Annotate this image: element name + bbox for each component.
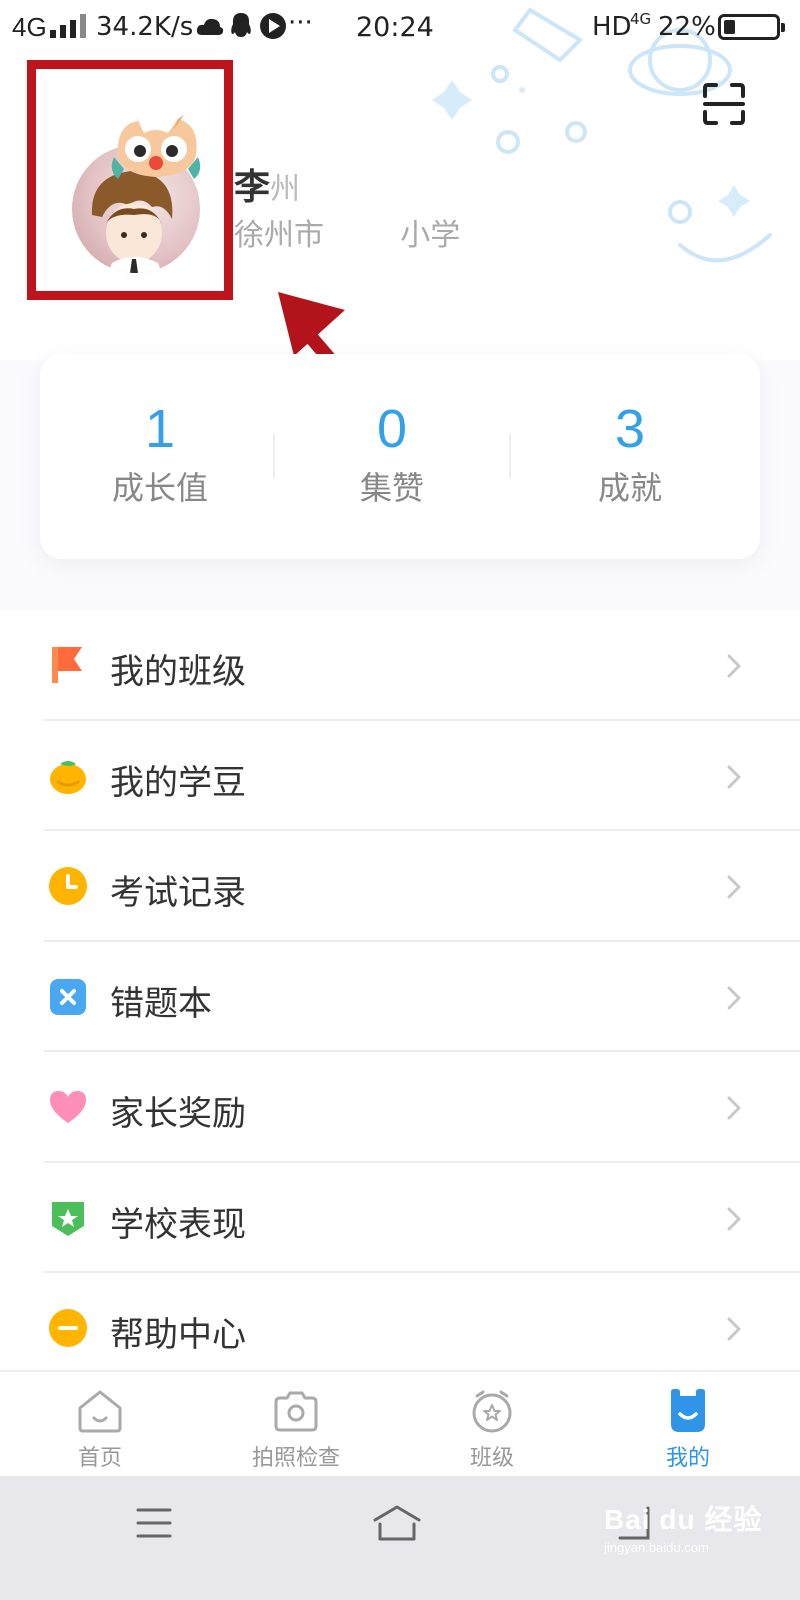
- me-icon: [671, 1389, 705, 1432]
- annotation-highlight-box: [27, 60, 233, 300]
- clock: 20:24: [356, 12, 434, 43]
- tab-class[interactable]: 班级: [392, 1386, 592, 1472]
- chevron-right-icon: [727, 654, 741, 678]
- bottom-tab-bar: 首页 拍照检查 班级 我的: [0, 1370, 800, 1476]
- baidu-watermark: Bai du 经验 jingyan.baidu.com: [604, 1498, 764, 1558]
- menu-item-my-beans[interactable]: 我的学豆: [0, 721, 800, 831]
- class-clock-icon: [472, 1390, 512, 1433]
- menu-item-label: 我的班级: [110, 652, 246, 692]
- battery-percent: 22%: [658, 12, 716, 42]
- stat-achievements-value: 3: [614, 399, 646, 459]
- menu-item-help-center[interactable]: 帮助中心: [0, 1273, 800, 1384]
- stat-growth-value: 1: [144, 399, 176, 459]
- menu-item-label: 家长奖励: [110, 1094, 246, 1134]
- flag-icon: [52, 647, 82, 683]
- tab-label: 拍照检查: [251, 1446, 340, 1471]
- user-school: 徐州市 小学: [234, 218, 461, 253]
- stats-card: 1 成长值 0 集赞 3 成就: [40, 354, 760, 559]
- stat-achievements[interactable]: 3 成就: [510, 399, 750, 509]
- camera-icon: [274, 1391, 318, 1432]
- status-bar: 4G 34.2K/s ··· 20:24 HD 4G 22%: [0, 0, 800, 56]
- stat-likes-label: 集赞: [359, 469, 424, 507]
- clock-icon: [49, 867, 87, 905]
- qq-icon: [231, 13, 251, 37]
- stat-achievements-label: 成就: [597, 469, 662, 507]
- network-type: 4G: [12, 12, 47, 42]
- tab-label: 我的: [665, 1446, 710, 1471]
- network-speed: 34.2K/s: [96, 12, 194, 42]
- battery-icon: [718, 14, 785, 40]
- menu-item-mistake-book[interactable]: 错题本: [0, 942, 800, 1052]
- cloud-icon: [196, 18, 224, 35]
- menu-item-exam-records[interactable]: 考试记录: [0, 831, 800, 942]
- media-icon: [260, 13, 286, 39]
- menu-item-label: 考试记录: [110, 873, 246, 913]
- mistake-book-icon: [50, 978, 86, 1015]
- help-icon: [49, 1309, 87, 1347]
- stat-growth[interactable]: 1 成长值: [40, 399, 280, 509]
- menu-item-label: 学校表现: [110, 1204, 246, 1245]
- home-nav-icon[interactable]: [372, 1504, 422, 1542]
- bean-icon: [50, 760, 86, 794]
- tab-home[interactable]: 首页: [0, 1386, 200, 1472]
- watermark-url: jingyan.baidu.com: [604, 1540, 709, 1555]
- signal-icon: [50, 14, 86, 38]
- stat-likes[interactable]: 0 集赞: [272, 399, 512, 509]
- stat-likes-value: 0: [376, 399, 408, 459]
- menu-item-label: 我的学豆: [110, 762, 246, 803]
- shield-star-icon: [52, 1201, 84, 1236]
- more-indicator: ···: [288, 8, 313, 38]
- tab-label: 首页: [77, 1446, 122, 1471]
- stat-growth-label: 成长值: [111, 469, 208, 507]
- profile-page: 4G 34.2K/s ··· 20:24 HD 4G 22% 李州 徐州市 小学…: [0, 0, 800, 1600]
- menu-item-label: 帮助中心: [110, 1315, 246, 1355]
- menu-item-my-class[interactable]: 我的班级: [0, 610, 800, 721]
- tab-label: 班级: [469, 1446, 514, 1471]
- chevron-right-icon: [727, 1317, 741, 1341]
- chevron-right-icon: [727, 1096, 741, 1120]
- scan-icon[interactable]: [702, 82, 746, 126]
- menu-item-school-performance[interactable]: 学校表现: [0, 1163, 800, 1273]
- chevron-right-icon: [727, 765, 741, 788]
- heart-icon: [50, 1091, 86, 1123]
- chevron-right-icon: [727, 875, 741, 899]
- menu-list: 我的班级 我的学豆 考试记录 错题本 家长奖励 学校表现 帮助中心: [0, 610, 800, 1384]
- user-name: 李州: [234, 167, 301, 208]
- menu-item-label: 错题本: [110, 983, 212, 1024]
- home-icon: [78, 1390, 122, 1433]
- tab-photo-check[interactable]: 拍照检查: [196, 1386, 396, 1472]
- menu-icon[interactable]: [136, 1506, 172, 1540]
- network-type-right: 4G: [630, 10, 652, 28]
- menu-item-parent-rewards[interactable]: 家长奖励: [0, 1052, 800, 1163]
- hd-indicator: HD: [592, 12, 632, 42]
- chevron-right-icon: [727, 986, 741, 1009]
- watermark-brand: Bai du 经验: [604, 1504, 763, 1535]
- tab-me[interactable]: 我的: [588, 1386, 788, 1472]
- chevron-right-icon: [727, 1207, 741, 1230]
